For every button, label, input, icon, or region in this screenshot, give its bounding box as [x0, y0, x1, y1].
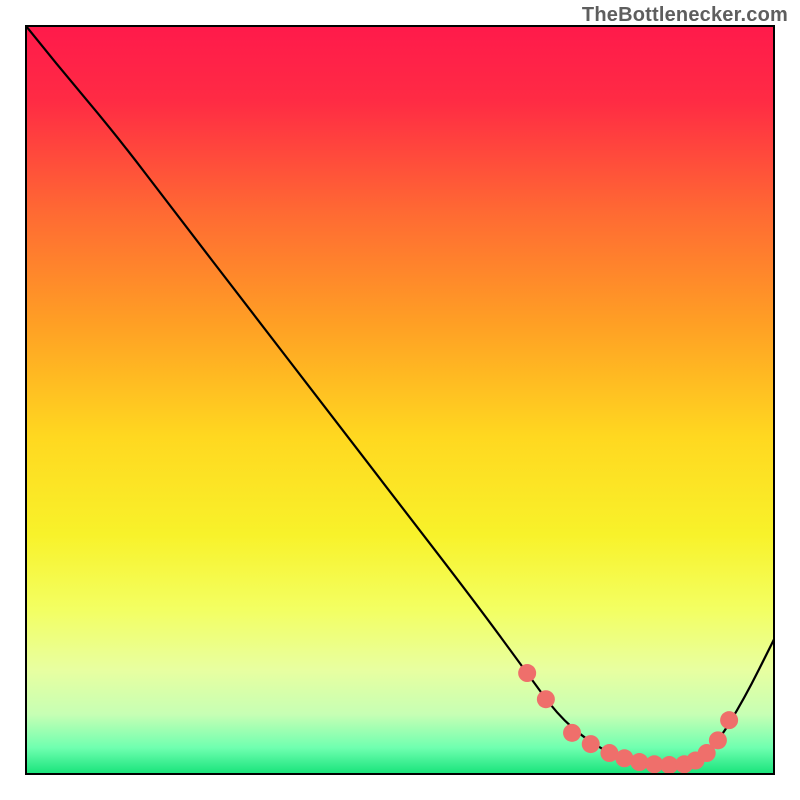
highlight-dot	[720, 711, 738, 729]
chart-stage: TheBottlenecker.com	[0, 0, 800, 800]
highlight-dot	[563, 724, 581, 742]
highlight-dot	[615, 749, 633, 767]
highlight-dot	[537, 690, 555, 708]
highlight-dot	[582, 735, 600, 753]
gradient-background	[26, 26, 774, 774]
highlight-dot	[518, 664, 536, 682]
highlight-dot	[709, 731, 727, 749]
bottleneck-chart	[0, 0, 800, 800]
